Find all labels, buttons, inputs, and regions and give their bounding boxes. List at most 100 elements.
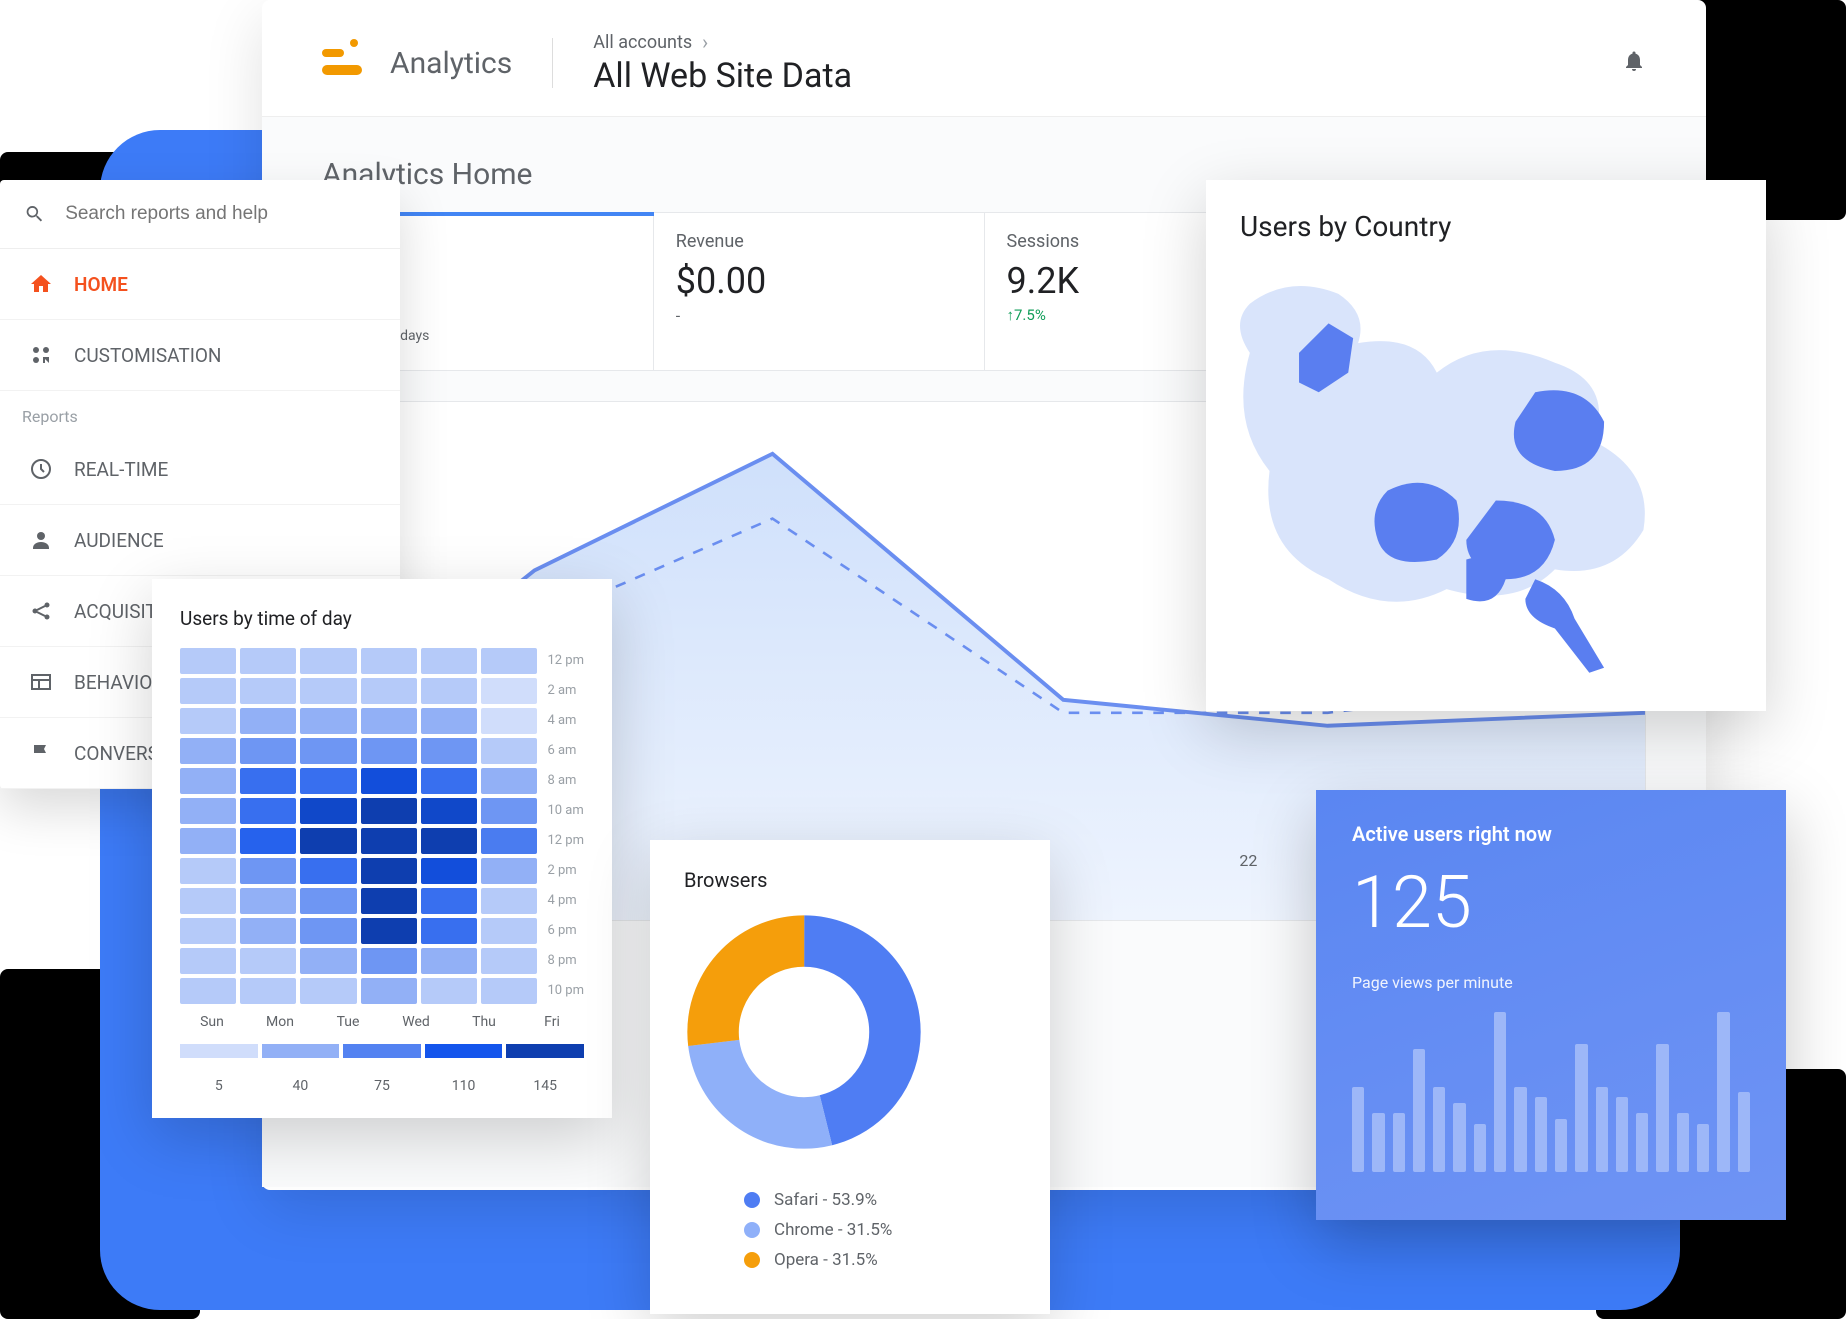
heatmap-cell (180, 678, 236, 704)
browsers-card: Browsers Safari - 53.9%Chrome - 31.5%Ope… (650, 840, 1050, 1314)
heatmap-cell (421, 708, 477, 734)
heatmap-cell (481, 678, 537, 704)
heatmap-cell (481, 888, 537, 914)
heatmap-cell (180, 828, 236, 854)
heatmap-cell (240, 858, 296, 884)
heatmap-cell (180, 858, 236, 884)
pageviews-bars (1352, 1012, 1750, 1172)
heatmap-cell (180, 978, 236, 1004)
heatmap-cell (300, 948, 356, 974)
heatmap-cell (300, 738, 356, 764)
nav-real-time[interactable]: REAL-TIME (0, 434, 400, 505)
nav-label: AUDIENCE (74, 529, 164, 552)
heatmap-cell (180, 888, 236, 914)
search-input[interactable] (65, 203, 376, 225)
heatmap-cell (361, 678, 417, 704)
legend-swatch (744, 1252, 760, 1268)
legend-row: Opera - 31.5% (744, 1250, 1016, 1270)
heatmap-cell (361, 978, 417, 1004)
bar (1555, 1119, 1567, 1172)
legend-row: Chrome - 31.5% (744, 1220, 1016, 1240)
legend-label: Safari - 53.9% (774, 1190, 877, 1210)
bar (1453, 1103, 1465, 1172)
heatmap-cell (481, 858, 537, 884)
heatmap-cell (240, 708, 296, 734)
chevron-right-icon (698, 30, 708, 54)
heatmap-cell (361, 708, 417, 734)
active-users-label: Active users right now (1352, 822, 1750, 846)
heatmap-cell (361, 888, 417, 914)
analytics-logo-icon (322, 39, 370, 87)
heatmap-legend-values: 54075110145 (180, 1072, 584, 1094)
bar (1433, 1087, 1445, 1172)
heatmap-cell (180, 918, 236, 944)
heatmap-cell (300, 768, 356, 794)
heatmap-cell (481, 768, 537, 794)
heatmap-cell (240, 648, 296, 674)
heatmap-cell (421, 828, 477, 854)
nav-label: CUSTOMISATION (74, 344, 221, 367)
bar (1535, 1097, 1547, 1172)
heatmap-cell (421, 648, 477, 674)
bar (1636, 1113, 1648, 1172)
heatmap-legend (180, 1044, 584, 1058)
account-selector[interactable]: All accounts All Web Site Data (593, 30, 852, 96)
heatmap-cell (300, 828, 356, 854)
accounts-label: All accounts (593, 32, 692, 53)
heatmap-cell (300, 888, 356, 914)
legend-row: Safari - 53.9% (744, 1190, 1016, 1210)
header: Analytics All accounts All Web Site Data (262, 0, 1706, 117)
bar (1738, 1092, 1750, 1172)
notifications-icon[interactable] (1622, 49, 1646, 77)
active-users-sublabel: Page views per minute (1352, 973, 1750, 992)
heatmap-cell (240, 888, 296, 914)
bar (1352, 1087, 1364, 1172)
heatmap-cell (300, 918, 356, 944)
heatmap-cell (421, 888, 477, 914)
bar (1596, 1087, 1608, 1172)
heatmap-cell (240, 768, 296, 794)
heatmap-cell (300, 708, 356, 734)
heatmap-cell (421, 978, 477, 1004)
heatmap-title: Users by time of day (180, 607, 584, 630)
bar (1494, 1012, 1506, 1172)
nav-label: REAL-TIME (74, 458, 168, 481)
nav-home[interactable]: HOME (0, 249, 400, 320)
legend-label: Chrome - 31.5% (774, 1220, 892, 1240)
europe-map (1240, 261, 1732, 681)
heatmap-cell (300, 678, 356, 704)
heatmap-time-labels: 12 pm2 am4 am6 am8 am10 am12 pm2 pm4 pm6… (547, 648, 584, 1004)
bar (1514, 1087, 1526, 1172)
heatmap-cell (240, 948, 296, 974)
heatmap-cell (180, 738, 236, 764)
heatmap-cell (481, 738, 537, 764)
nav-label: HOME (74, 273, 128, 296)
nav-audience[interactable]: AUDIENCE (0, 505, 400, 576)
heatmap-cell (361, 948, 417, 974)
bar (1656, 1044, 1668, 1172)
divider (552, 38, 553, 88)
active-users-card: Active users right now 125 Page views pe… (1316, 790, 1786, 1220)
bar (1575, 1044, 1587, 1172)
nav-customisation[interactable]: CUSTOMISATION (0, 320, 400, 391)
bar (1372, 1113, 1384, 1172)
search-row[interactable] (0, 180, 400, 249)
bar (1717, 1012, 1729, 1172)
brand-label: Analytics (390, 46, 512, 81)
heatmap-cell (421, 918, 477, 944)
heatmap-cell (180, 948, 236, 974)
heatmap-cell (361, 828, 417, 854)
heatmap-cell (300, 858, 356, 884)
heatmap-cell (361, 858, 417, 884)
bar (1393, 1113, 1405, 1172)
clock-icon (28, 456, 54, 482)
heatmap-card: Users by time of day 12 pm2 am4 am6 am8 … (152, 579, 612, 1118)
heatmap-cell (240, 918, 296, 944)
heatmap-cell (180, 648, 236, 674)
heatmap-cell (481, 828, 537, 854)
metric-revenue[interactable]: Revenue $0.00 - (654, 213, 985, 370)
heatmap-cell (240, 828, 296, 854)
heatmap-cell (240, 798, 296, 824)
heatmap-cell (300, 978, 356, 1004)
person-icon (28, 527, 54, 553)
